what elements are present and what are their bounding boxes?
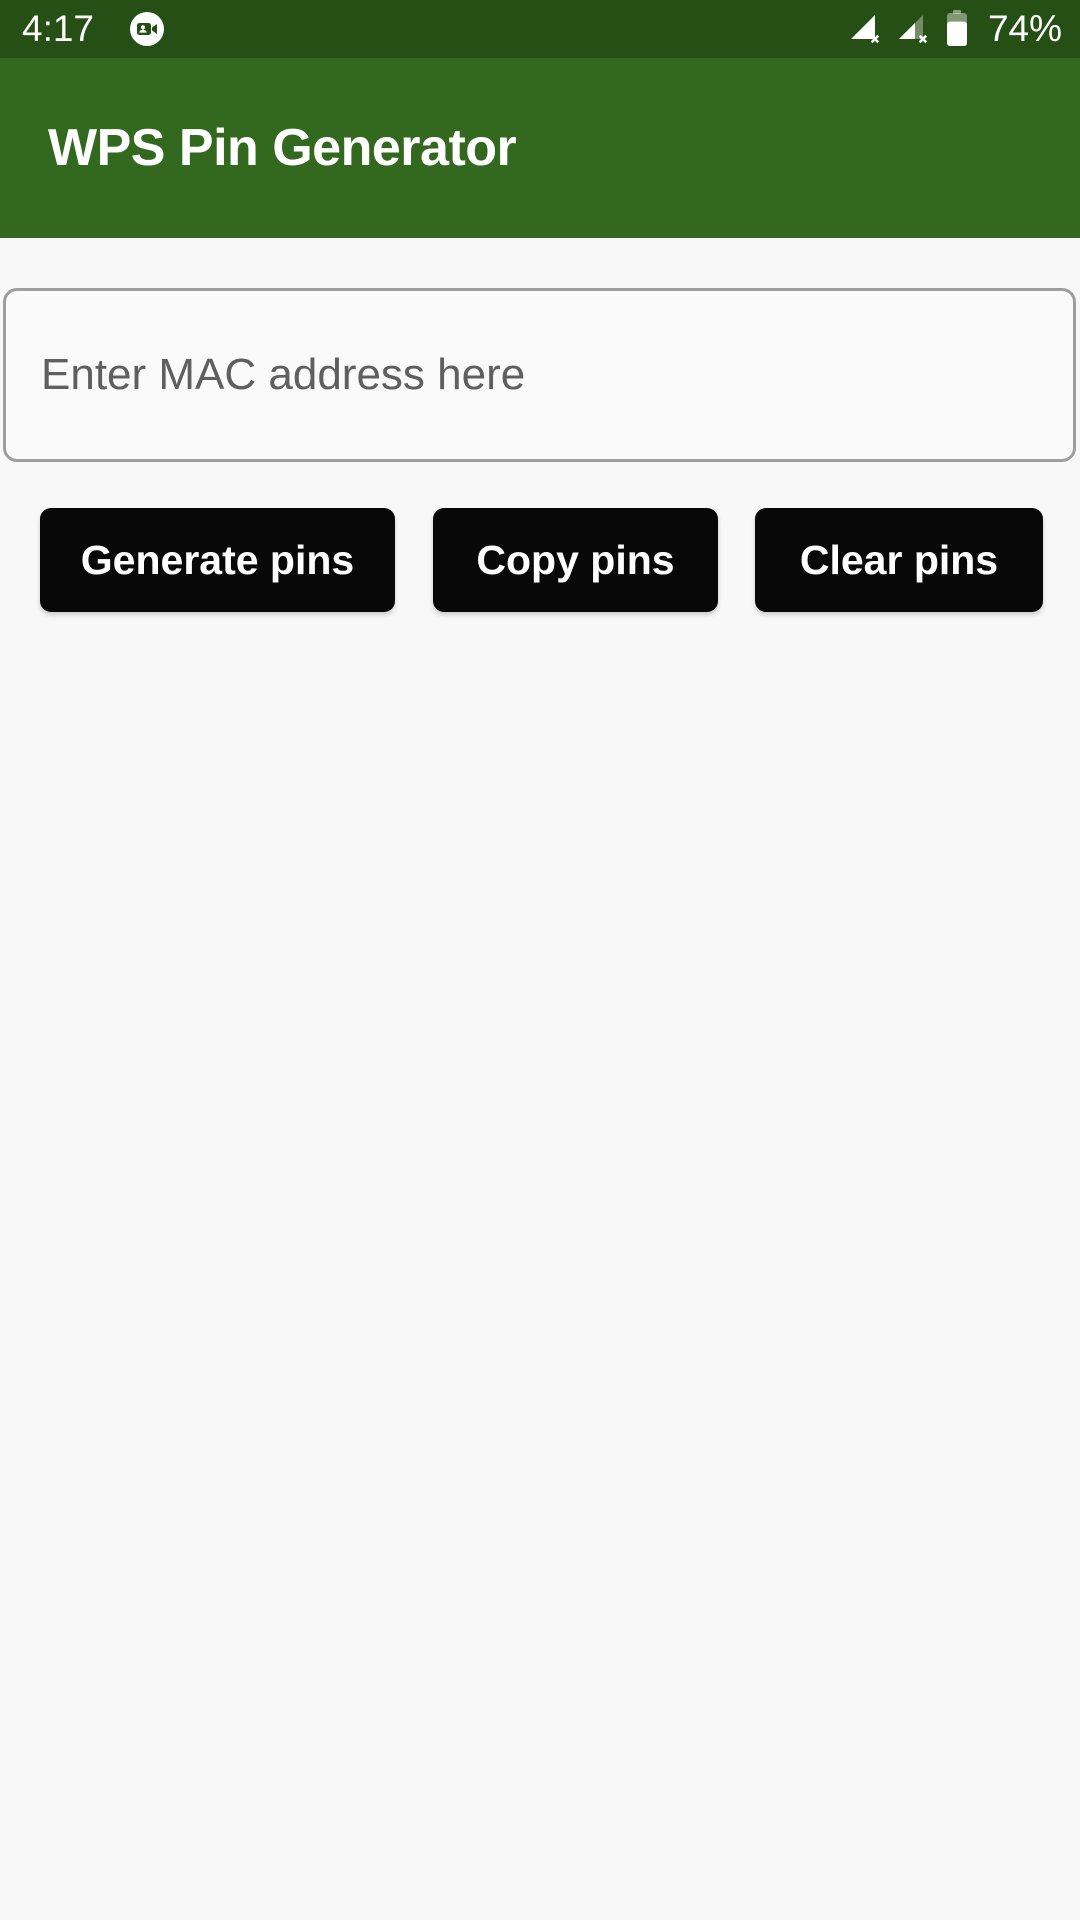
clear-pins-button[interactable]: Clear pins: [755, 508, 1043, 612]
status-bar-right: 74%: [848, 0, 1062, 58]
battery-percent-label: 74%: [987, 8, 1062, 49]
battery-icon: [944, 10, 970, 48]
signal-no-sim-icon: [848, 12, 886, 46]
status-bar: 4:17 74%: [0, 0, 1080, 58]
status-bar-left: 4:17: [0, 0, 165, 58]
copy-pins-button[interactable]: Copy pins: [433, 508, 718, 612]
mac-address-placeholder: Enter MAC address here: [41, 350, 526, 399]
app-title: WPS Pin Generator: [48, 119, 517, 177]
action-button-row: Generate pins Copy pins Clear pins: [0, 506, 1080, 616]
signal-no-sim-icon: [896, 12, 934, 46]
status-clock: 4:17: [22, 8, 95, 49]
video-call-icon: [130, 12, 165, 46]
app-bar: WPS Pin Generator: [0, 58, 1080, 238]
generate-pins-button[interactable]: Generate pins: [40, 508, 395, 612]
mac-address-input[interactable]: Enter MAC address here: [3, 288, 1076, 462]
main-content: Enter MAC address here Generate pins Cop…: [0, 238, 1080, 1920]
pins-results-area: [0, 638, 1080, 1918]
